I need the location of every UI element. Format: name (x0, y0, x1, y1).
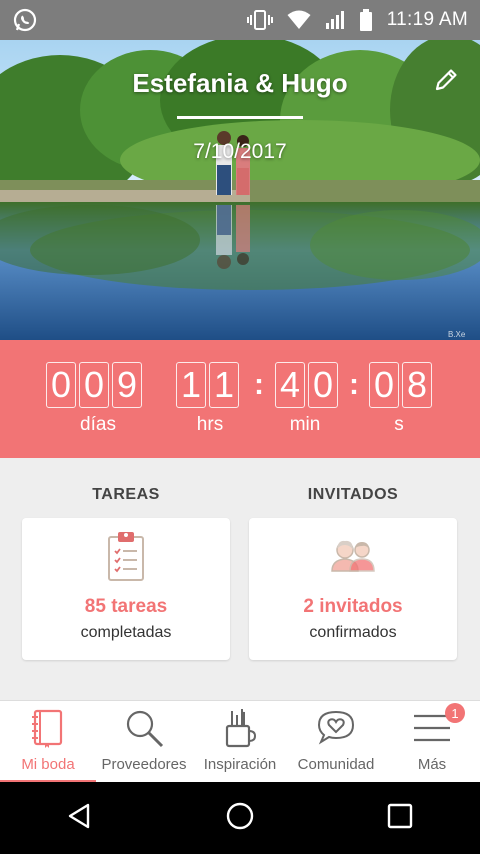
whatsapp-icon (12, 7, 38, 33)
digit: 0 (308, 362, 338, 408)
hours-label: hrs (196, 414, 224, 435)
countdown: 0 0 9 1 1 : 4 0 : 0 8 días hrs min s (0, 340, 480, 458)
recents-square-icon (387, 803, 413, 834)
nav-label: Comunidad (297, 756, 375, 773)
nav-label: Mi boda (21, 756, 75, 773)
digit: 0 (46, 362, 76, 408)
tasks-count: 85 tareas (84, 596, 168, 617)
guests-title: INVITADOS (307, 486, 399, 503)
countdown-seconds: 0 8 (369, 362, 435, 408)
edit-button[interactable] (430, 66, 462, 98)
nav-item-inspiracion[interactable]: Inspiración (192, 701, 288, 783)
recents-button[interactable] (370, 788, 430, 848)
tasks-subtitle: completadas (80, 624, 172, 641)
digit: 1 (209, 362, 239, 408)
notebook-icon (30, 708, 66, 753)
time-separator: : (349, 368, 359, 401)
notification-badge: 1 (445, 703, 465, 723)
time-separator: : (254, 368, 264, 401)
nav-item-mi-boda[interactable]: Mi boda (0, 701, 96, 783)
digit: 9 (112, 362, 142, 408)
signal-icon (325, 10, 345, 30)
back-triangle-icon (66, 802, 94, 835)
nav-item-comunidad[interactable]: Comunidad (288, 701, 384, 783)
digit: 8 (402, 362, 432, 408)
status-bar: 11:19 AM (0, 0, 480, 40)
battery-icon (359, 9, 373, 31)
nav-item-mas[interactable]: Más 1 (384, 701, 480, 783)
wedding-date: 7/10/2017 (193, 140, 287, 163)
nav-label: Más (417, 756, 447, 773)
home-button[interactable] (210, 788, 270, 848)
vibrate-icon (246, 9, 273, 31)
home-circle-icon (225, 801, 255, 836)
digit: 4 (275, 362, 305, 408)
status-time: 11:19 AM (386, 9, 468, 30)
pencil-icon (433, 67, 459, 98)
countdown-minutes: 4 0 (275, 362, 341, 408)
countdown-hours: 1 1 (176, 362, 242, 408)
tasks-title: TAREAS (92, 486, 160, 503)
cup-pencils-icon (224, 708, 257, 753)
countdown-days: 0 0 9 (46, 362, 145, 408)
search-icon (124, 708, 164, 753)
digit: 0 (79, 362, 109, 408)
hero-banner: Estefania & Hugo 7/10/2017 B.Xe (0, 40, 480, 340)
tasks-card[interactable]: 85 tareas completadas (22, 518, 230, 660)
nav-item-proveedores[interactable]: Proveedores (96, 701, 192, 783)
nav-label: Inspiración (203, 756, 277, 773)
photo-watermark: B.Xe (448, 330, 466, 339)
seconds-label: s (394, 414, 404, 435)
heart-chat-icon (316, 708, 356, 753)
guests-count: 2 invitados (303, 596, 403, 617)
bottom-navigation: Mi boda Proveedores Inspiración Comunida… (0, 700, 480, 783)
back-button[interactable] (50, 788, 110, 848)
digit: 0 (369, 362, 399, 408)
guests-card[interactable]: 2 invitados confirmados (249, 518, 457, 660)
digit: 1 (176, 362, 206, 408)
couple-name: Estefania & Hugo (132, 68, 348, 98)
title-divider (177, 116, 303, 119)
couple-guests-icon (328, 538, 378, 577)
clipboard-checklist-icon (106, 530, 146, 587)
system-navigation-bar (0, 782, 480, 854)
minutes-label: min (289, 414, 321, 435)
days-label: días (80, 414, 116, 435)
guests-subtitle: confirmados (309, 624, 397, 641)
wifi-icon (287, 10, 311, 30)
nav-label: Proveedores (101, 756, 187, 773)
